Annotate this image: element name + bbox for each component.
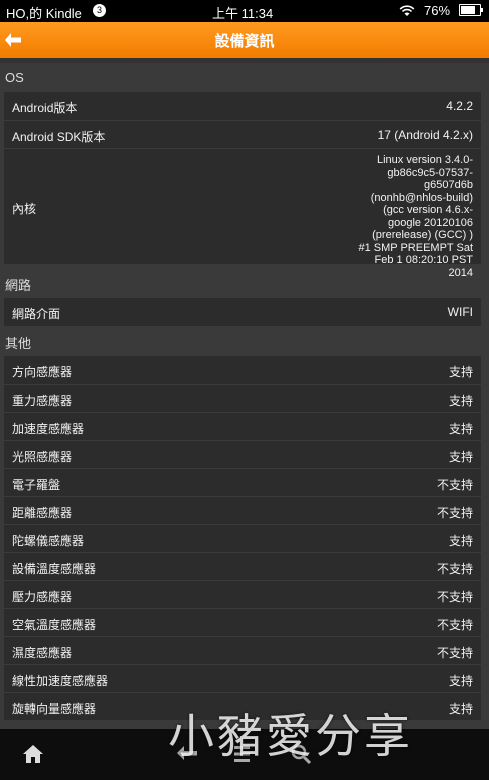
row-label: 距離感應器 [12,506,73,520]
row-label: 旋轉向量感應器 [12,702,97,716]
battery-percent: 76% [424,3,451,18]
status-bar: HO,的 Kindle 3 上午 11:34 76% [0,0,489,22]
section-header-network: 網路 [5,278,32,293]
row-air-temperature-sensor[interactable]: 空氣溫度感應器 不支持 [4,608,481,636]
row-android-sdk[interactable]: Android SDK版本 17 (Android 4.2.x) [4,120,481,148]
row-label: 壓力感應器 [12,590,73,604]
row-value: 支持 [448,394,473,408]
page-title: 設備資訊 [214,33,275,50]
home-icon[interactable] [22,743,44,765]
row-network-interface[interactable]: 網路介面 WIFI [4,298,481,326]
row-accelerometer[interactable]: 加速度感應器 支持 [4,412,481,440]
row-label: 線性加速度感應器 [12,674,109,688]
row-value: 不支持 [436,562,473,576]
row-value: 不支持 [436,618,473,632]
row-orientation-sensor[interactable]: 方向感應器 支持 [4,356,481,384]
title-bar: 設備資訊 [0,22,489,58]
other-group: 方向感應器 支持 重力感應器 支持 加速度感應器 支持 光照感應器 支持 電子羅… [4,356,481,720]
device-info-list[interactable]: OS Android版本 4.2.2 Android SDK版本 17 (And… [0,63,489,729]
clock: 上午 11:34 [212,6,274,21]
row-linear-acceleration-sensor[interactable]: 線性加速度感應器 支持 [4,664,481,692]
row-label: 加速度感應器 [12,422,85,436]
row-label: 濕度感應器 [12,646,73,660]
row-value: 支持 [448,365,473,379]
row-label: 網路介面 [12,307,61,321]
row-value: 支持 [448,450,473,464]
row-label: Android SDK版本 [12,130,106,144]
wifi-icon [399,5,415,16]
row-android-version[interactable]: Android版本 4.2.2 [4,92,481,120]
section-header-other: 其他 [5,336,32,351]
row-label: 重力感應器 [12,394,73,408]
row-label: 光照感應器 [12,450,73,464]
row-pressure-sensor[interactable]: 壓力感應器 不支持 [4,580,481,608]
row-value: 不支持 [436,506,473,520]
row-label: 陀螺儀感應器 [12,534,85,548]
row-value: 支持 [448,702,473,716]
row-label: 空氣溫度感應器 [12,618,97,632]
row-label: 設備溫度感應器 [12,562,97,576]
row-label: 內核 [12,202,37,216]
row-light-sensor[interactable]: 光照感應器 支持 [4,440,481,468]
row-proximity-sensor[interactable]: 距離感應器 不支持 [4,496,481,524]
row-value: 支持 [448,534,473,548]
row-value: 4.2.2 [446,99,473,113]
network-group: 網路介面 WIFI [4,298,481,326]
section-header-os: OS [5,70,24,85]
row-gyroscope[interactable]: 陀螺儀感應器 支持 [4,524,481,552]
row-value: 不支持 [436,646,473,660]
battery-fill [461,6,475,14]
row-value: 不支持 [436,590,473,604]
os-group: Android版本 4.2.2 Android SDK版本 17 (Androi… [4,92,481,279]
row-value: Linux version 3.4.0-gb86c9c5-07537-g6507… [358,154,473,279]
battery-icon [459,4,483,16]
row-value: 不支持 [436,478,473,492]
watermark: 小豬愛分享 [168,709,413,763]
notification-count-badge: 3 [93,4,106,17]
row-label: Android版本 [12,101,78,115]
row-value: 支持 [448,422,473,436]
row-kernel[interactable]: 內核 Linux version 3.4.0-gb86c9c5-07537-g6… [4,148,481,279]
row-compass[interactable]: 電子羅盤 不支持 [4,468,481,496]
row-label: 電子羅盤 [12,478,61,492]
row-value: WIFI [447,305,473,319]
row-label: 方向感應器 [12,365,73,379]
row-device-temperature-sensor[interactable]: 設備溫度感應器 不支持 [4,552,481,580]
row-value: 支持 [448,674,473,688]
row-value: 17 (Android 4.2.x) [377,128,473,142]
row-humidity-sensor[interactable]: 濕度感應器 不支持 [4,636,481,664]
row-gravity-sensor[interactable]: 重力感應器 支持 [4,384,481,412]
carrier-name: HO,的 Kindle [6,6,82,21]
